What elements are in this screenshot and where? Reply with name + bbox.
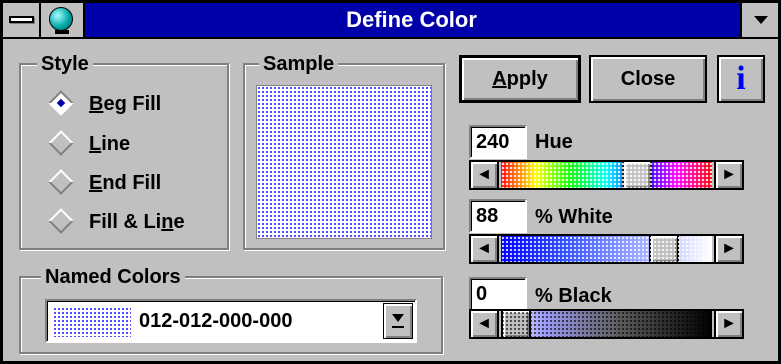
globe-stand-icon <box>55 30 69 34</box>
black-thumb[interactable] <box>501 311 531 337</box>
color-sample-swatch <box>256 85 432 239</box>
white-thumb[interactable] <box>649 236 679 262</box>
radio-label: Beg Fill <box>89 92 162 115</box>
hue-label: Hue <box>535 131 573 153</box>
arrow-right-icon: ► <box>721 240 737 257</box>
arrow-left-icon: ◄ <box>476 166 492 183</box>
system-menu-icon <box>9 16 34 23</box>
globe-icon <box>49 7 73 31</box>
named-colors-label: Named Colors <box>41 266 185 288</box>
title-bar: Define Color <box>3 3 778 39</box>
apply-label-accel: A <box>492 68 507 90</box>
white-track[interactable] <box>501 236 712 262</box>
named-colors-combobox[interactable]: 012-012-000-000 <box>45 299 417 343</box>
hue-thumb[interactable] <box>622 162 652 188</box>
white-scroll-left-button[interactable]: ◄ <box>471 236 499 262</box>
black-label: % Black <box>535 285 612 307</box>
white-scrollbar[interactable]: ◄ ► <box>469 234 744 264</box>
minimize-button[interactable] <box>740 3 778 37</box>
hue-scroll-right-button[interactable]: ► <box>714 162 742 188</box>
white-label: % White <box>535 206 613 228</box>
arrow-right-icon: ► <box>721 166 737 183</box>
close-label: Close <box>620 68 676 90</box>
info-button[interactable]: i <box>717 55 765 103</box>
app-icon <box>41 3 85 37</box>
style-group-label: Style <box>37 53 93 75</box>
combo-dropdown-arrow-icon[interactable] <box>383 303 413 339</box>
black-scrollbar[interactable]: ◄ ► <box>469 309 744 339</box>
sample-group-label: Sample <box>259 53 339 75</box>
define-color-dialog: Define Color Style Beg Fill Line End Fil… <box>0 0 781 364</box>
radio-beg-fill[interactable]: Beg Fill <box>48 89 162 119</box>
black-value-field[interactable]: 0 <box>469 277 527 311</box>
white-scroll-right-button[interactable]: ► <box>714 236 742 262</box>
black-track[interactable] <box>501 311 712 337</box>
radio-label: End Fill <box>89 171 162 194</box>
arrow-left-icon: ◄ <box>476 240 492 257</box>
hue-track[interactable] <box>501 162 712 188</box>
named-color-swatch <box>53 307 131 337</box>
radio-label: Fill & Line <box>89 210 185 233</box>
black-scroll-left-button[interactable]: ◄ <box>471 311 499 337</box>
window-title: Define Color <box>346 7 477 32</box>
hue-scroll-left-button[interactable]: ◄ <box>471 162 499 188</box>
radio-label: Line <box>89 132 131 155</box>
apply-button[interactable]: Apply <box>459 55 581 103</box>
radio-fill-and-line[interactable]: Fill & Line <box>48 207 185 237</box>
arrow-left-icon: ◄ <box>476 315 492 332</box>
hue-value-field[interactable]: 240 <box>469 125 527 159</box>
named-color-value: 012-012-000-000 <box>139 310 293 332</box>
arrow-right-icon: ► <box>721 315 737 332</box>
apply-label: pply <box>506 68 548 90</box>
close-button[interactable]: Close <box>589 55 707 103</box>
radio-line[interactable]: Line <box>48 129 131 159</box>
info-icon: i <box>736 60 746 97</box>
white-value-field[interactable]: 88 <box>469 199 527 233</box>
radio-end-fill[interactable]: End Fill <box>48 168 162 198</box>
system-menu-button[interactable] <box>3 3 41 37</box>
hue-scrollbar[interactable]: ◄ ► <box>469 160 744 190</box>
black-scroll-right-button[interactable]: ► <box>714 311 742 337</box>
